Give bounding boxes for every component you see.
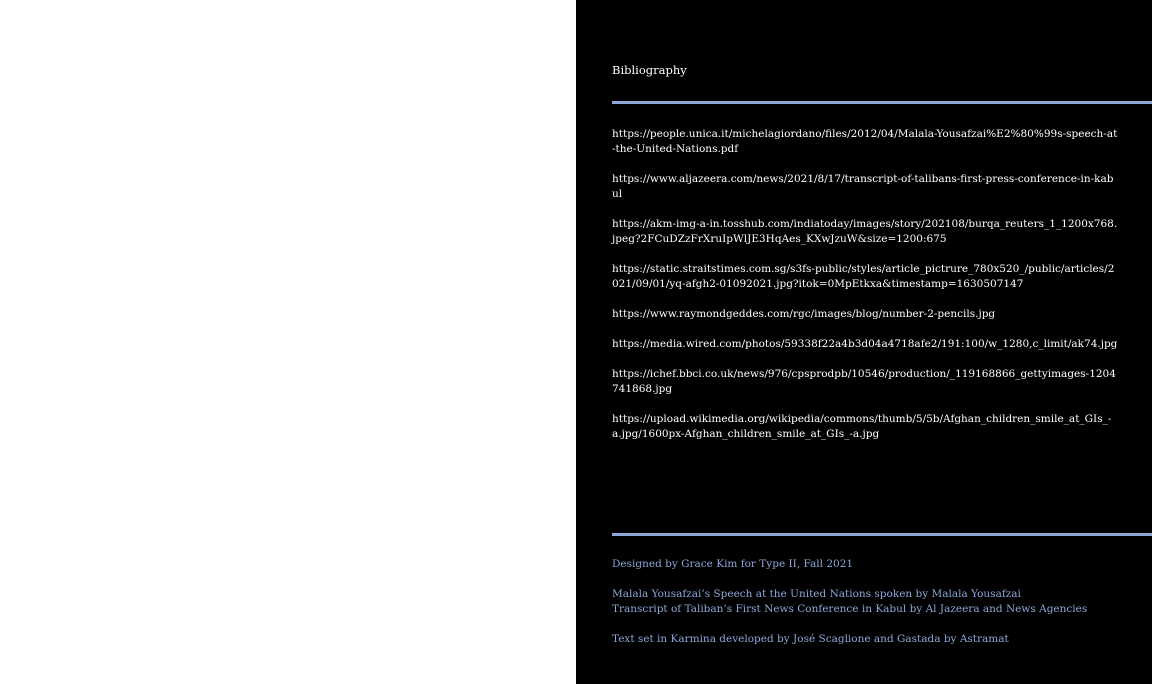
top-divider [612,101,1152,104]
bottom-divider [612,533,1152,536]
typeface-credit: Text set in Karmina developed by José Sc… [612,633,1009,645]
book-spread: Bibliography https://people.unica.it/mic… [0,0,1152,684]
bibliography-list: https://people.unica.it/michelagiordano/… [612,127,1118,457]
bibliography-entry[interactable]: https://www.raymondgeddes.com/rgc/images… [612,307,1118,322]
bibliography-entry[interactable]: https://upload.wikimedia.org/wikipedia/c… [612,412,1118,442]
colophon: Designed by Grace Kim for Type II, Fall … [612,557,1132,647]
page-title: Bibliography [612,63,687,77]
transcript-source-credit: Transcript of Taliban’s First News Confe… [612,603,1088,615]
bibliography-entry[interactable]: https://ichef.bbci.co.uk/news/976/cpspro… [612,367,1118,397]
blank-left-page [0,0,576,684]
bibliography-entry[interactable]: https://akm-img-a-in.tosshub.com/indiato… [612,217,1118,247]
speech-source-credit: Malala Yousafzai’s Speech at the United … [612,588,1021,600]
bibliography-entry[interactable]: https://static.straitstimes.com.sg/s3fs-… [612,262,1118,292]
designer-credit: Designed by Grace Kim for Type II, Fall … [612,558,854,570]
bibliography-entry[interactable]: https://www.aljazeera.com/news/2021/8/17… [612,172,1118,202]
bibliography-entry[interactable]: https://people.unica.it/michelagiordano/… [612,127,1118,157]
bibliography-page: Bibliography https://people.unica.it/mic… [576,0,1152,684]
bibliography-entry[interactable]: https://media.wired.com/photos/59338f22a… [612,337,1118,352]
